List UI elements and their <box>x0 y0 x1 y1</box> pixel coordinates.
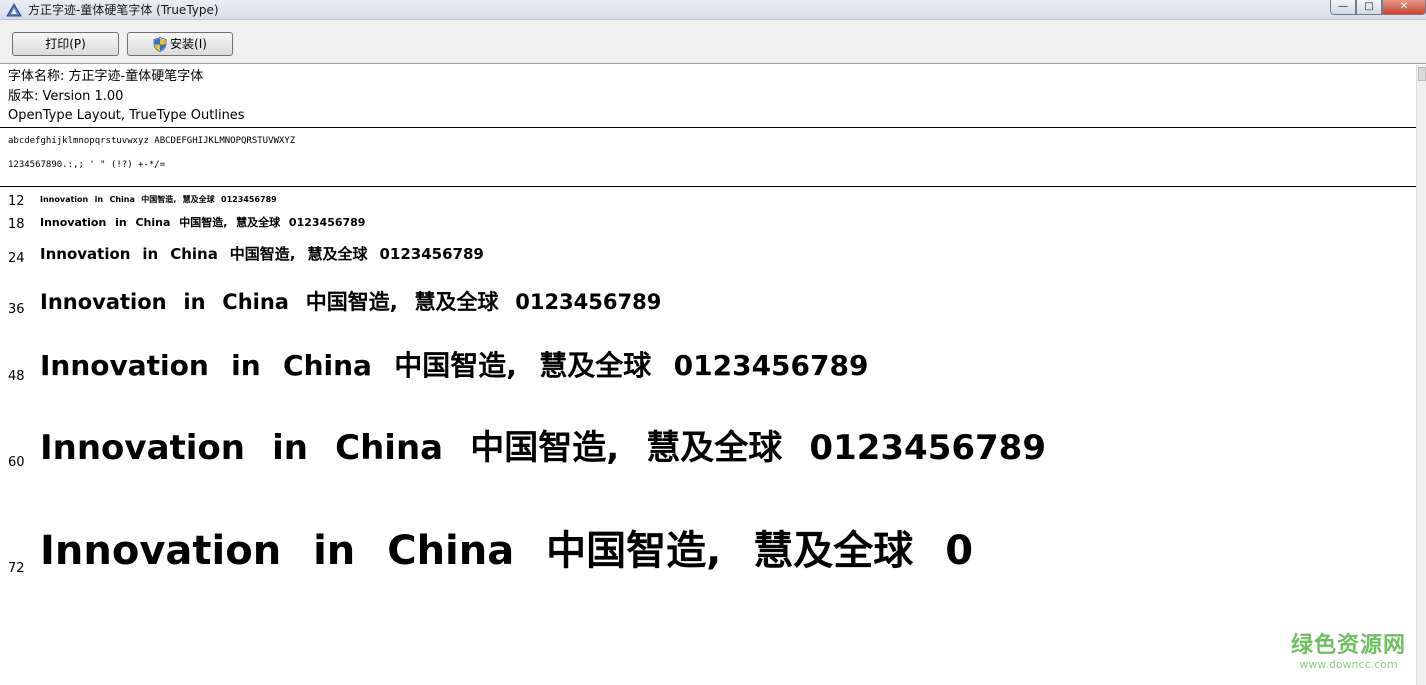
scrollbar-thumb[interactable] <box>1418 67 1426 81</box>
watermark-name: 绿色资源网 <box>1290 633 1406 658</box>
uac-shield-icon <box>153 36 167 52</box>
font-info: 字体名称: 方正字迹-童体硬笔字体 版本: Version 1.00 OpenT… <box>8 67 245 126</box>
title-bar[interactable]: 方正字迹-童体硬笔字体 (TrueType) — □ ✕ <box>0 0 1426 20</box>
window-title: 方正字迹-童体硬笔字体 (TrueType) <box>28 3 219 17</box>
sample-size-label: 12 <box>8 194 25 209</box>
divider <box>0 186 1416 187</box>
toolbar: 打印(P) 安装(I) <box>0 20 1426 64</box>
sample-text: Innovation in China 中国智造, 慧及全球 012345678… <box>40 245 484 263</box>
sample-size-label: 48 <box>8 369 25 384</box>
watermark: 绿色资源网 www.downcc.com <box>1290 633 1406 672</box>
minimize-button[interactable]: — <box>1330 0 1356 15</box>
print-button-label: 打印(P) <box>45 37 86 51</box>
charset-letters: abcdefghijklmnopqrstuvwxyz ABCDEFGHIJKLM… <box>8 136 296 146</box>
install-button-label: 安装(I) <box>170 37 207 51</box>
divider <box>0 127 1416 128</box>
maximize-button[interactable]: □ <box>1356 0 1382 15</box>
sample-size-label: 24 <box>8 251 25 266</box>
sample-size-label: 72 <box>8 561 25 576</box>
install-button[interactable]: 安装(I) <box>127 32 233 56</box>
sample-text: Innovation in China 中国智造, 慧及全球 012345678… <box>40 195 277 204</box>
sample-row-24: 24 Innovation in China 中国智造, 慧及全球 012345… <box>0 240 1416 270</box>
sample-text: Innovation in China 中国智造, 慧及全球 0 <box>40 528 974 574</box>
font-name-line: 字体名称: 方正字迹-童体硬笔字体 <box>8 69 204 84</box>
sample-text: Innovation in China 中国智造, 慧及全球 012345678… <box>40 428 1046 468</box>
sample-row-36: 36 Innovation in China 中国智造, 慧及全球 012345… <box>0 280 1416 322</box>
font-outline-line: OpenType Layout, TrueType Outlines <box>8 108 245 123</box>
sample-row-18: 18 Innovation in China 中国智造, 慧及全球 012345… <box>0 210 1416 232</box>
print-button[interactable]: 打印(P) <box>12 32 119 56</box>
sample-row-12: 12 Innovation in China 中国智造, 慧及全球 012345… <box>0 192 1416 209</box>
sample-size-label: 18 <box>8 217 25 232</box>
window-controls: — □ ✕ <box>1330 0 1426 16</box>
charset-digits-symbols: 1234567890.:,; ' " (!?) +-*/= <box>8 160 166 170</box>
sample-text: Innovation in China 中国智造, 慧及全球 012345678… <box>40 349 869 382</box>
sample-text: Innovation in China 中国智造, 慧及全球 012345678… <box>40 290 662 314</box>
sample-size-label: 36 <box>8 302 25 317</box>
sample-text: Innovation in China 中国智造, 慧及全球 012345678… <box>40 216 366 229</box>
font-version-line: 版本: Version 1.00 <box>8 88 124 104</box>
sample-row-48: 48 Innovation in China 中国智造, 慧及全球 012345… <box>0 336 1416 390</box>
close-button[interactable]: ✕ <box>1382 0 1426 15</box>
font-app-icon <box>6 3 22 17</box>
watermark-url: www.downcc.com <box>1299 658 1398 671</box>
vertical-scrollbar[interactable] <box>1416 65 1426 685</box>
sample-row-60: 60 Innovation in China 中国智造, 慧及全球 012345… <box>0 406 1416 476</box>
sample-row-72: 72 Innovation in China 中国智造, 慧及全球 0 <box>0 498 1416 582</box>
sample-size-label: 60 <box>8 455 25 470</box>
